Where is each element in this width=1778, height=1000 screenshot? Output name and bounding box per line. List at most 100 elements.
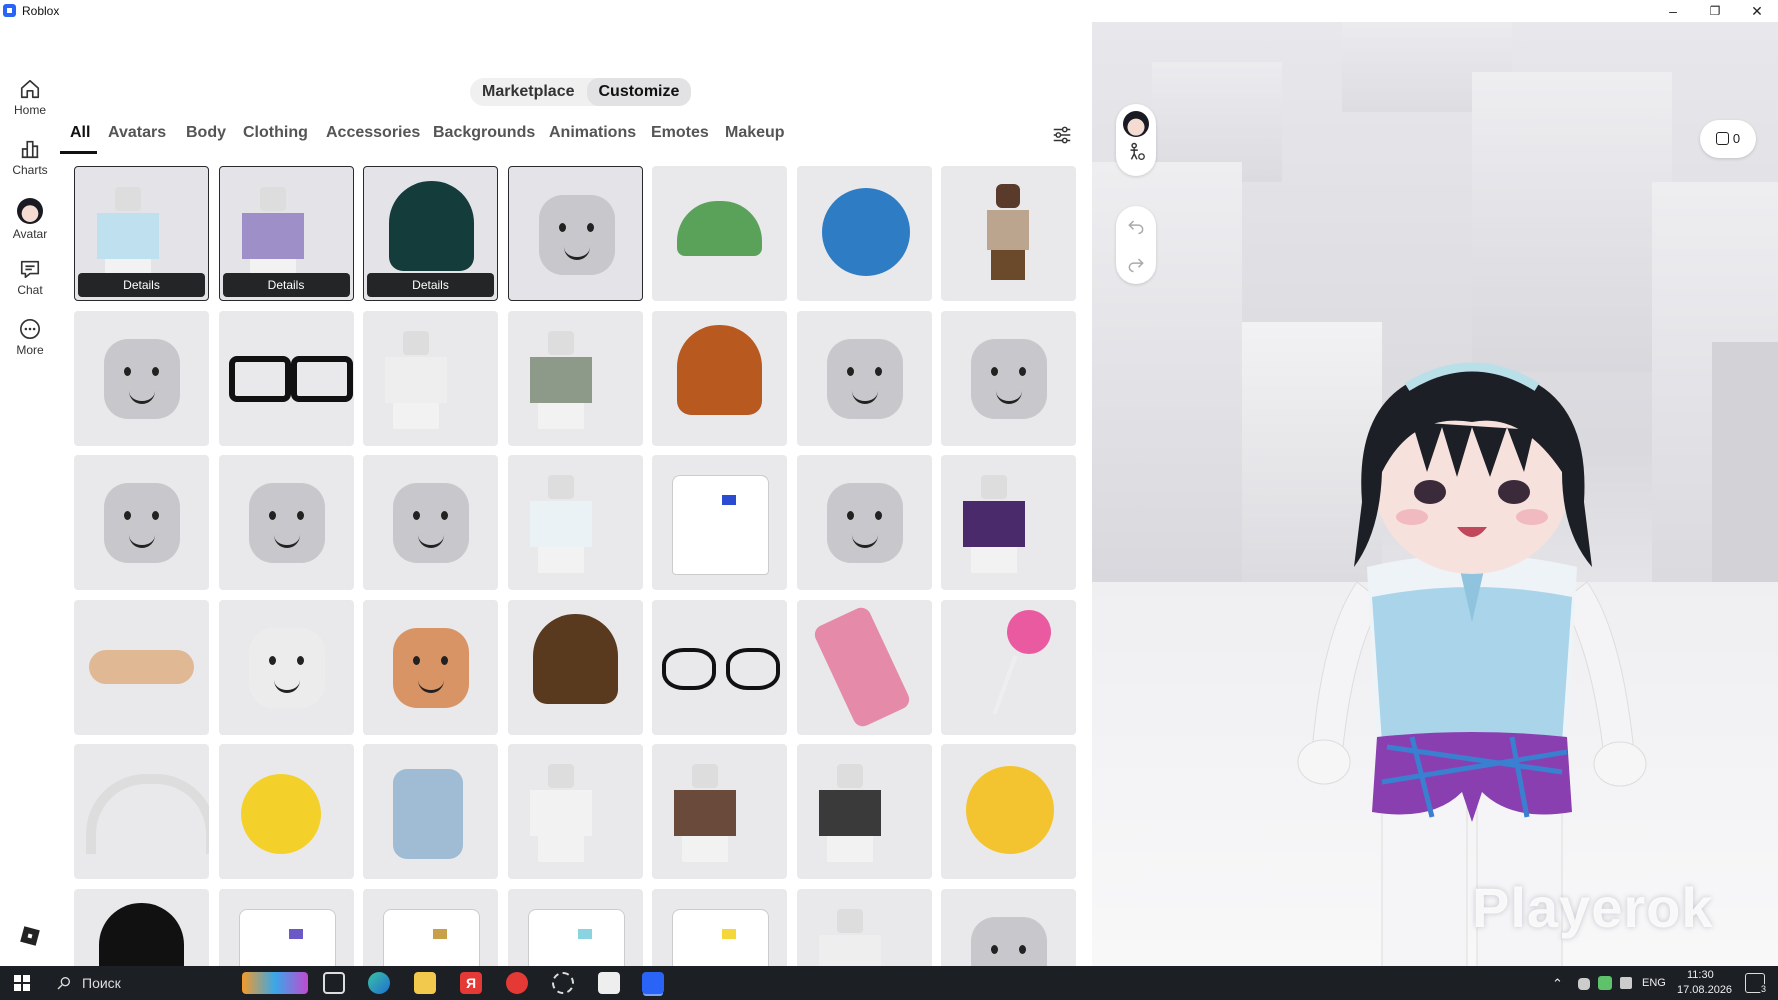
language-indicator[interactable]: ENG — [1642, 977, 1666, 989]
windows-start-icon[interactable] — [14, 975, 30, 991]
item-thumbnail-shape — [124, 366, 131, 376]
robux-balance[interactable]: 0 — [1700, 120, 1756, 158]
item-tile-tshirt-flag[interactable] — [652, 455, 787, 590]
avatar-preview[interactable] — [1092, 22, 1778, 966]
item-tile-emoji-flushed[interactable] — [941, 744, 1076, 879]
item-tile-outfit-purple-top[interactable] — [941, 455, 1076, 590]
item-tile-hair-orange[interactable] — [652, 310, 787, 446]
item-tile-outfit-brown[interactable] — [652, 744, 787, 879]
item-tile-hair-black[interactable]: Details — [363, 166, 498, 301]
tab-clothing[interactable]: Clothing — [243, 124, 308, 142]
item-tile-outfit-blue[interactable]: Details — [74, 166, 209, 301]
item-thumbnail-shape — [393, 627, 469, 708]
nav-more[interactable]: More — [0, 310, 60, 364]
tab-animations[interactable]: Animations — [549, 124, 636, 142]
item-tile-headband-cat[interactable] — [74, 744, 209, 879]
item-tile-avatar-brown[interactable] — [941, 166, 1076, 301]
clock-date[interactable]: 17.08.2026 — [1677, 984, 1732, 996]
filter-settings-icon[interactable] — [1051, 124, 1073, 146]
tab-body[interactable]: Body — [186, 124, 226, 142]
item-tile-glasses-round[interactable] — [652, 599, 787, 735]
item-tile-glasses-black[interactable] — [218, 310, 354, 446]
item-thumbnail-shape — [672, 475, 769, 575]
item-thumbnail-shape — [393, 769, 463, 859]
item-tile-hair-brown[interactable] — [507, 599, 643, 735]
item-tile-tshirt-cat[interactable] — [218, 888, 354, 966]
tab-backgrounds[interactable]: Backgrounds — [433, 124, 535, 142]
item-tile-face-sly[interactable] — [218, 455, 354, 590]
tab-makeup[interactable]: Makeup — [725, 124, 785, 142]
item-tile-lollipop[interactable] — [941, 599, 1076, 735]
item-tile-tshirt-emoji[interactable] — [652, 888, 787, 966]
item-tile-phone-flip[interactable] — [796, 599, 932, 735]
undo-icon[interactable] — [1126, 216, 1146, 236]
taskbar-search[interactable]: Поиск — [46, 966, 246, 1000]
item-tile-face-lips[interactable] — [363, 599, 498, 735]
item-tile-cap-green[interactable] — [652, 166, 787, 301]
roblox-logo-icon[interactable] — [20, 926, 40, 946]
item-tile-face-sleepy[interactable] — [218, 599, 354, 735]
yandex-browser-icon[interactable] — [506, 972, 528, 994]
item-tile-tshirt-homer[interactable] — [363, 888, 498, 966]
tab-avatars[interactable]: Avatars — [108, 124, 166, 142]
clock-time[interactable]: 11:30 — [1687, 969, 1714, 981]
nav-chat[interactable]: Chat — [0, 250, 60, 304]
head-view-icon[interactable] — [1123, 111, 1149, 137]
redo-icon[interactable] — [1126, 254, 1146, 274]
item-thumbnail-shape — [441, 511, 448, 520]
item-tile-face-crying[interactable] — [796, 455, 932, 590]
item-tile-outfit-white[interactable] — [507, 455, 643, 590]
item-tile-duck[interactable] — [218, 744, 354, 879]
item-tile-face-smirk[interactable] — [74, 455, 209, 590]
item-tile-outfit-grey[interactable] — [507, 310, 643, 446]
item-thumbnail-shape — [296, 511, 304, 520]
item-tile-face-freckles[interactable] — [74, 310, 209, 446]
item-tile-outfit-plaid[interactable] — [796, 744, 932, 879]
item-tile-tshirt-stripes[interactable] — [507, 888, 643, 966]
tab-emotes[interactable]: Emotes — [651, 124, 709, 142]
avatar-icon — [17, 198, 43, 224]
yandex-icon[interactable]: Я — [460, 972, 482, 994]
item-tile-outfit-white-2[interactable] — [796, 888, 932, 966]
volume-icon[interactable] — [1620, 977, 1632, 989]
details-button[interactable]: Details — [367, 273, 494, 297]
nav-charts[interactable]: Charts — [0, 130, 60, 184]
item-tile-face-anime[interactable] — [507, 166, 643, 301]
settings-gear-icon[interactable] — [552, 972, 574, 994]
tab-all[interactable]: All — [70, 124, 90, 142]
item-thumbnail-shape — [259, 187, 286, 211]
item-thumbnail-shape — [991, 250, 1025, 280]
nav-home[interactable]: Home — [0, 70, 60, 124]
item-tile-outfit-sketch[interactable] — [507, 744, 643, 879]
item-tile-face-smile[interactable] — [796, 310, 932, 446]
marketplace-tab[interactable]: Marketplace — [470, 78, 587, 106]
minimize-button[interactable]: – — [1650, 0, 1696, 22]
maximize-button[interactable]: ❐ — [1692, 0, 1738, 22]
item-tile-bandage[interactable] — [74, 599, 209, 735]
item-tile-face-classic[interactable] — [363, 455, 498, 590]
body-settings-icon[interactable] — [1125, 141, 1147, 163]
tray-chevron-icon[interactable]: ⌃ — [1552, 976, 1563, 992]
item-tile-outfit-black-pants[interactable] — [363, 310, 498, 446]
game-banner-icon[interactable] — [242, 972, 308, 994]
mode-toggle: Marketplace Customize — [470, 78, 692, 106]
nav-avatar[interactable]: Avatar — [0, 190, 60, 244]
security-icon[interactable] — [1598, 976, 1612, 990]
customize-tab[interactable]: Customize — [586, 78, 692, 106]
details-button[interactable]: Details — [78, 273, 205, 297]
file-explorer-icon[interactable] — [414, 972, 436, 994]
item-tile-face-plain[interactable] — [941, 888, 1076, 966]
network-icon[interactable] — [1578, 978, 1590, 990]
item-tile-scarf-blue[interactable] — [363, 744, 498, 879]
item-tile-outfit-purple[interactable]: Details — [218, 166, 354, 301]
item-tile-hair-black-2[interactable] — [74, 888, 209, 966]
item-tile-face-surprised[interactable] — [941, 310, 1076, 446]
roblox-taskbar-icon[interactable] — [642, 972, 664, 994]
details-button[interactable]: Details — [222, 273, 350, 297]
task-view-icon[interactable] — [323, 972, 345, 994]
item-tile-badge-20[interactable] — [796, 166, 932, 301]
close-button[interactable]: ✕ — [1734, 0, 1778, 22]
tab-accessories[interactable]: Accessories — [326, 124, 420, 142]
edge-browser-icon[interactable] — [368, 972, 390, 994]
app-cat-icon[interactable] — [598, 972, 620, 994]
